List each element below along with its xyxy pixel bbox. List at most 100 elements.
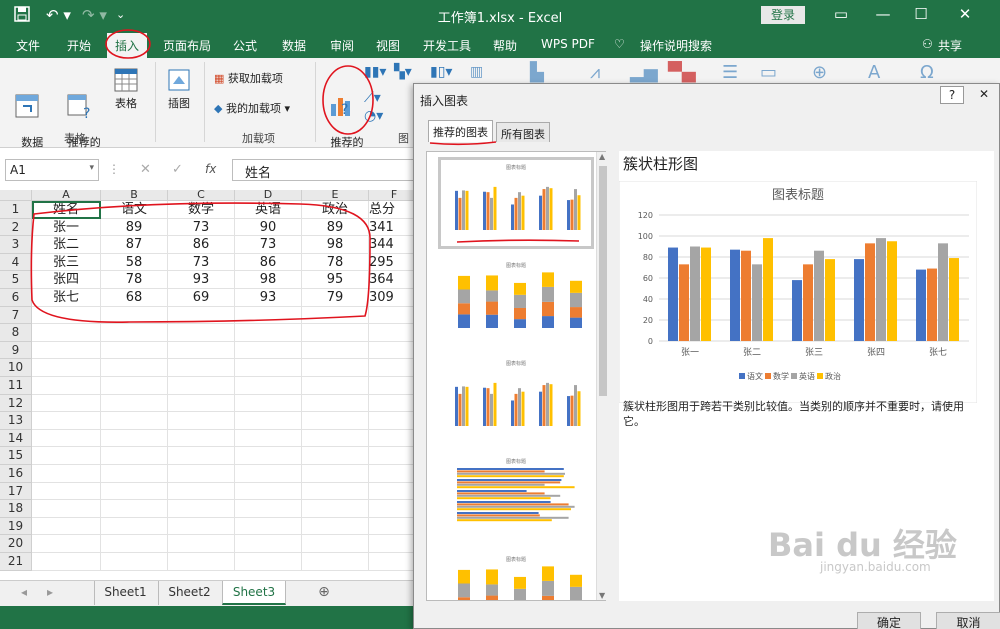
cell[interactable]: 86 — [168, 236, 235, 254]
slicer-icon[interactable]: ☰ — [722, 64, 738, 82]
tab-developer[interactable]: 开发工具 — [423, 37, 471, 54]
tab-wps-pdf[interactable]: WPS PDF — [541, 37, 595, 51]
cell[interactable] — [168, 482, 235, 501]
chart-thumbnail[interactable]: 图表标题 — [441, 356, 591, 442]
chart-thumbnail[interactable]: 图表标题 — [441, 552, 591, 601]
table-button[interactable]: 表格 — [108, 66, 144, 110]
tab-formulas[interactable]: 公式 — [233, 37, 257, 54]
cell[interactable] — [235, 412, 302, 430]
name-box[interactable]: A1 ▾ — [5, 159, 99, 181]
formula-input[interactable]: 姓名 — [232, 159, 420, 181]
cell[interactable] — [235, 553, 302, 571]
win-loss-icon[interactable]: ▀▄ — [668, 64, 696, 82]
cell[interactable] — [101, 465, 168, 483]
cell[interactable] — [302, 429, 369, 448]
illustrations-button[interactable]: 插图 — [160, 66, 198, 110]
share-button[interactable]: 共享 — [938, 37, 962, 54]
sheet-tab-1[interactable]: Sheet1 — [94, 581, 156, 605]
column-header[interactable]: D — [235, 190, 302, 201]
cell[interactable]: 张二 — [32, 236, 101, 254]
cell[interactable] — [32, 412, 101, 430]
cell[interactable] — [302, 517, 369, 536]
cell[interactable] — [101, 482, 168, 501]
cell[interactable]: 98 — [235, 271, 302, 289]
cell[interactable]: 93 — [168, 271, 235, 289]
cell[interactable] — [32, 377, 101, 395]
cell[interactable] — [302, 465, 369, 483]
column-chart-icon[interactable]: ▮▮▾ — [364, 65, 386, 79]
row-header[interactable]: 5 — [0, 271, 32, 289]
cell[interactable] — [168, 306, 235, 325]
cell[interactable] — [168, 535, 235, 553]
cell[interactable] — [302, 394, 369, 413]
cell[interactable]: 英语 — [235, 201, 302, 219]
chart-thumbnail[interactable]: 图表标题 — [438, 157, 594, 249]
row-header[interactable]: 1 — [0, 201, 32, 219]
cell[interactable] — [101, 306, 168, 325]
my-addins-button[interactable]: ◆ 我的加载项 ▾ — [214, 102, 290, 115]
cell[interactable]: 79 — [302, 289, 369, 307]
row-header[interactable]: 10 — [0, 359, 32, 377]
thumbnail-scrollbar[interactable]: ▲ ▼ — [596, 152, 609, 600]
cell[interactable] — [235, 324, 302, 342]
row-header[interactable]: 16 — [0, 465, 32, 483]
tab-view[interactable]: 视图 — [376, 37, 400, 54]
select-all-corner[interactable] — [0, 190, 32, 201]
cell[interactable] — [32, 500, 101, 518]
minimize-icon[interactable]: — — [868, 4, 898, 24]
tab-home[interactable]: 开始 — [67, 37, 91, 54]
column-header[interactable]: A — [32, 190, 101, 201]
cell[interactable] — [32, 324, 101, 342]
cell[interactable] — [32, 535, 101, 553]
text-icon[interactable]: A — [868, 64, 880, 82]
row-header[interactable]: 3 — [0, 236, 32, 254]
cell[interactable] — [101, 535, 168, 553]
cell[interactable] — [302, 324, 369, 342]
cell[interactable] — [302, 359, 369, 377]
cell[interactable]: 张七 — [32, 289, 101, 307]
row-header[interactable]: 4 — [0, 253, 32, 272]
cell[interactable] — [101, 341, 168, 360]
cell[interactable] — [101, 500, 168, 518]
cell[interactable]: 93 — [235, 289, 302, 307]
cell[interactable]: 86 — [235, 253, 302, 272]
cell[interactable] — [168, 412, 235, 430]
row-header[interactable]: 17 — [0, 482, 32, 501]
worksheet-grid[interactable]: A B C D E F 1 姓名 语文 数学 英语 政治 总分 2 张一 89 73 90 89 341 3 张二 87 86… — [0, 190, 420, 580]
cell[interactable]: 98 — [302, 236, 369, 254]
close-icon[interactable]: ✕ — [970, 86, 998, 104]
cell[interactable] — [235, 447, 302, 465]
cell[interactable]: 58 — [101, 253, 168, 272]
cell[interactable] — [32, 394, 101, 413]
cell[interactable] — [302, 482, 369, 501]
cell[interactable]: 73 — [168, 218, 235, 237]
cell[interactable] — [32, 341, 101, 360]
maximize-icon[interactable]: ☐ — [906, 4, 936, 24]
cell[interactable]: 73 — [168, 253, 235, 272]
cell[interactable]: 68 — [101, 289, 168, 307]
cell[interactable]: 78 — [302, 253, 369, 272]
cell[interactable] — [302, 341, 369, 360]
cell[interactable] — [235, 535, 302, 553]
cell[interactable] — [168, 517, 235, 536]
cell[interactable]: 87 — [101, 236, 168, 254]
timeline-icon[interactable]: ▭ — [760, 64, 777, 82]
chart-thumbnail[interactable]: 图表标题 — [441, 258, 591, 344]
column-header[interactable]: C — [168, 190, 235, 201]
scroll-left-icon[interactable]: ◂ — [14, 581, 34, 605]
cell[interactable] — [32, 429, 101, 448]
row-header[interactable]: 18 — [0, 500, 32, 518]
cell[interactable]: 78 — [101, 271, 168, 289]
cell[interactable] — [302, 306, 369, 325]
cell[interactable] — [302, 553, 369, 571]
row-header[interactable]: 20 — [0, 535, 32, 553]
cell[interactable] — [168, 394, 235, 413]
row-header[interactable]: 19 — [0, 517, 32, 536]
tab-page-layout[interactable]: 页面布局 — [163, 37, 211, 54]
cell[interactable] — [235, 465, 302, 483]
cell[interactable]: 张四 — [32, 271, 101, 289]
cell[interactable] — [168, 447, 235, 465]
cell[interactable]: 95 — [302, 271, 369, 289]
cell[interactable] — [235, 341, 302, 360]
cell[interactable] — [302, 412, 369, 430]
